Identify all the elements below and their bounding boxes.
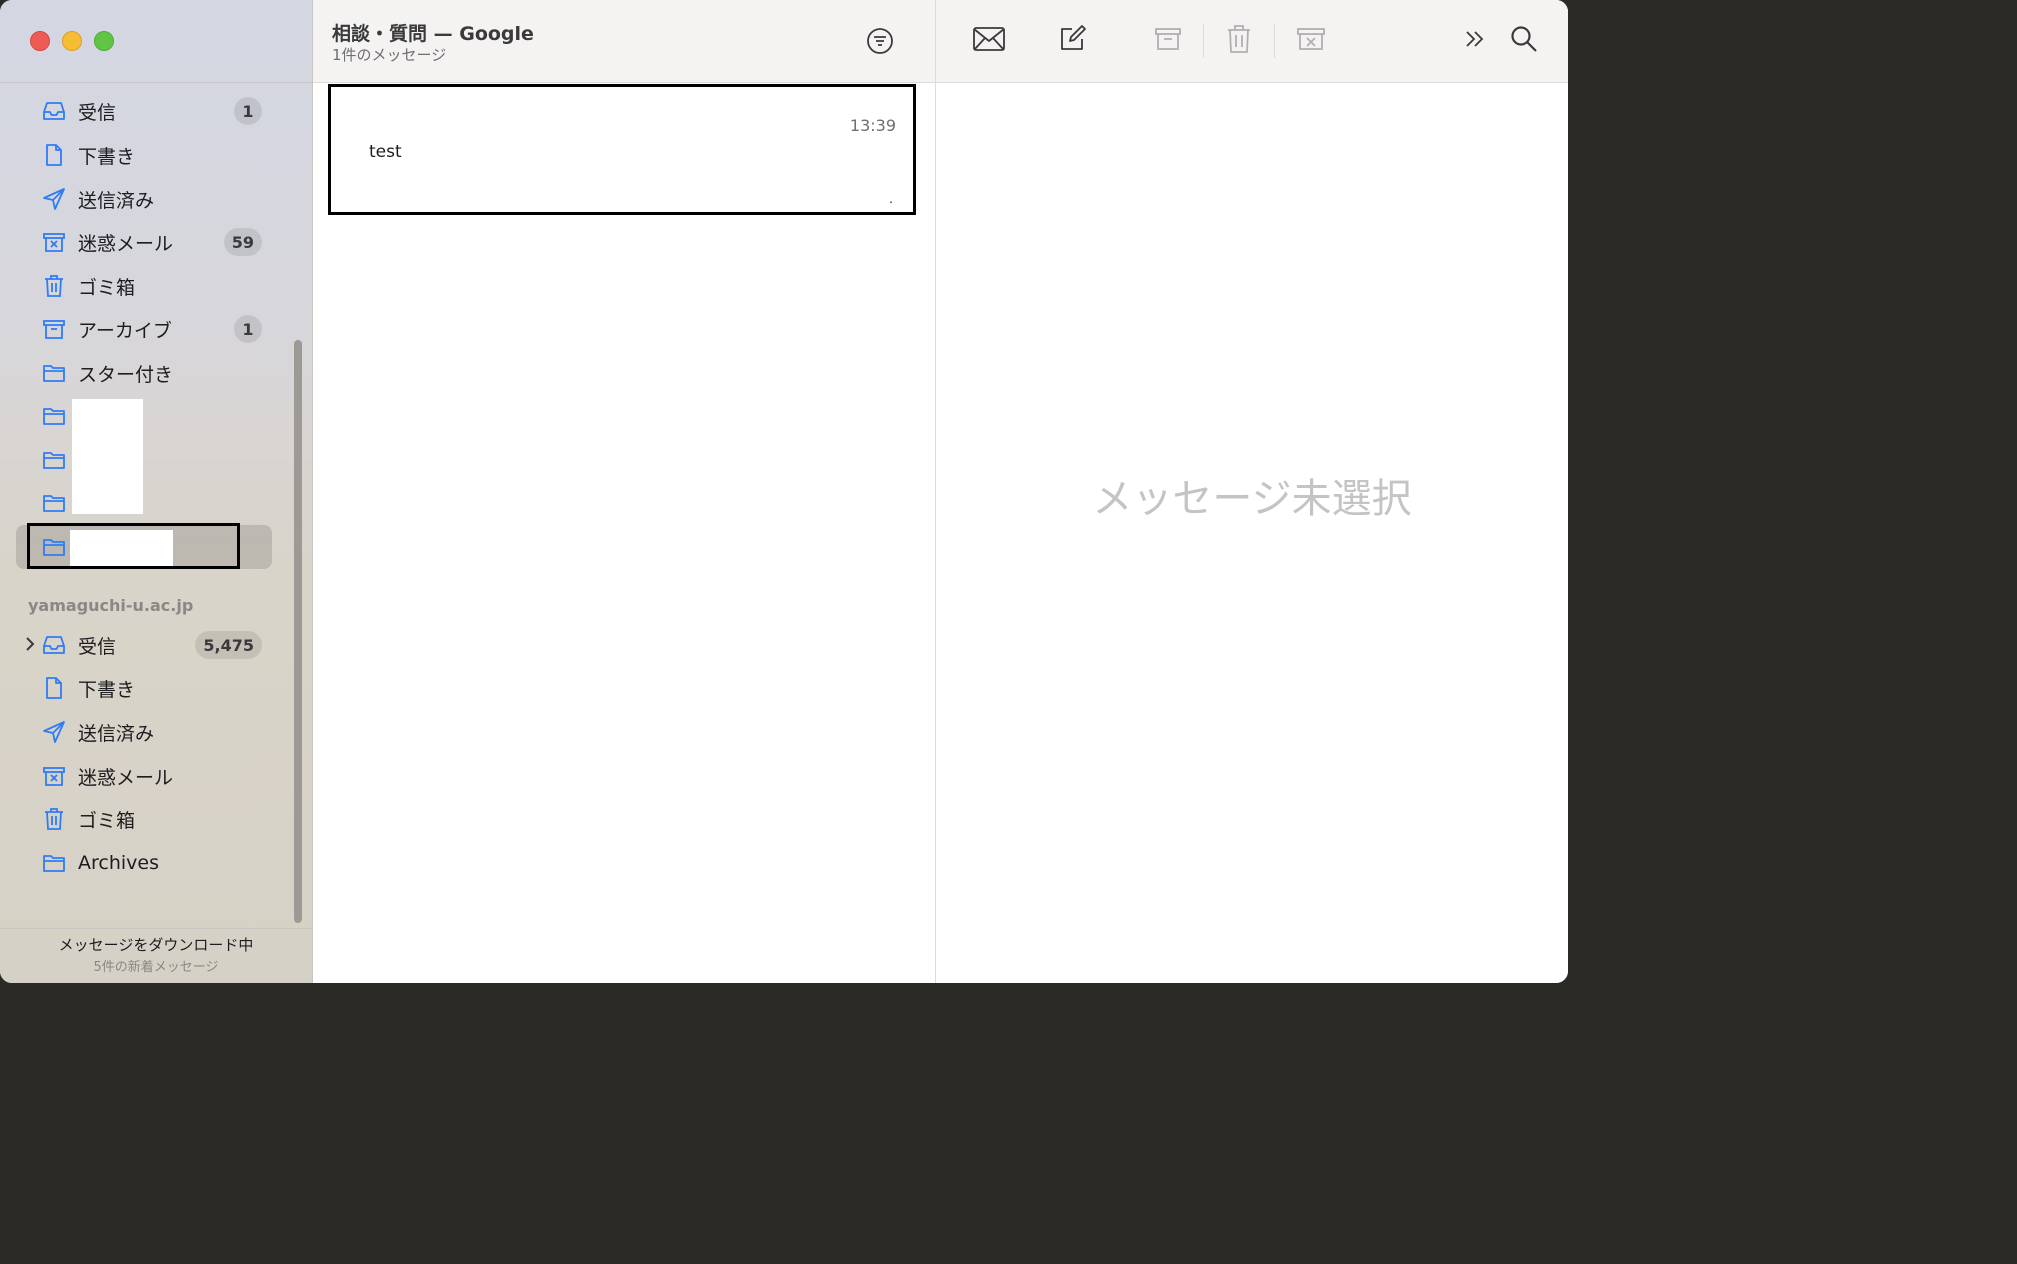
archive-icon (41, 316, 67, 342)
selection-highlight-box (27, 523, 240, 569)
sidebar-scrollbar[interactable] (294, 340, 302, 923)
search-button[interactable] (1505, 22, 1543, 60)
chevron-double-right-icon (1464, 29, 1486, 53)
zoom-window-button[interactable] (94, 31, 114, 51)
message-marker: . (889, 192, 893, 206)
sidebar-divider (0, 82, 312, 83)
unread-count-badge: 59 (223, 228, 262, 256)
message-subject: test (369, 142, 402, 162)
compose-icon (1058, 25, 1086, 57)
inbox-icon (41, 98, 67, 124)
unread-count-badge: 5,475 (195, 631, 262, 659)
folder-icon (41, 447, 67, 473)
sidebar-item-inbox[interactable]: 受信 5,475 (16, 623, 272, 667)
sidebar-item-label: Archives (78, 852, 159, 874)
activity-substatus: 5件の新着メッセージ (93, 960, 219, 975)
sidebar-item-sent[interactable]: 送信済み (16, 177, 272, 221)
sidebar-item-drafts[interactable]: 下書き (16, 133, 272, 177)
junk-icon (41, 229, 67, 255)
mailbox-title: 相談・質問 — Google (332, 23, 534, 45)
minimize-window-button[interactable] (62, 31, 82, 51)
sidebar-item-label: アーカイブ (78, 319, 172, 342)
archive-icon (1154, 26, 1182, 56)
message-list-item[interactable]: 13:39 test . (328, 84, 916, 215)
folder-icon (41, 360, 67, 386)
sidebar-item-inbox[interactable]: 受信 1 (16, 89, 272, 133)
sidebar-item-label: 下書き (78, 145, 136, 168)
message-list-header: 相談・質問 — Google 1件のメッセージ (313, 0, 935, 83)
sent-icon (41, 719, 67, 745)
unread-count-badge: 1 (234, 97, 262, 125)
sent-icon (41, 186, 67, 212)
reader-pane: メッセージ未選択 (936, 0, 1568, 983)
sidebar-item-junk[interactable]: 迷惑メール 59 (16, 220, 272, 264)
inbox-icon (41, 632, 67, 658)
trash-icon (1226, 24, 1252, 58)
close-window-button[interactable] (30, 31, 50, 51)
message-list-pane: 相談・質問 — Google 1件のメッセージ 13:39 test . (313, 0, 936, 983)
folder-icon (41, 850, 67, 876)
no-message-selected-placeholder: メッセージ未選択 (1092, 476, 1412, 522)
sidebar-item-starred[interactable]: スター付き (16, 351, 272, 395)
window-controls (30, 31, 114, 51)
filter-icon[interactable] (866, 27, 894, 55)
sidebar-item-label: 送信済み (78, 189, 155, 212)
sidebar-item-label: ゴミ箱 (78, 276, 136, 299)
account-header[interactable]: yamaguchi-u.ac.jp (28, 596, 193, 615)
envelope-icon (972, 26, 1006, 56)
sidebar-item-folder[interactable] (16, 438, 272, 482)
sidebar-item-sent[interactable]: 送信済み (16, 710, 272, 754)
sidebar-item-label: 下書き (78, 678, 136, 701)
sidebar-item-junk[interactable]: 迷惑メール (16, 754, 272, 798)
sidebar-item-archive[interactable]: アーカイブ 1 (16, 307, 272, 351)
archive-button[interactable] (1149, 22, 1187, 60)
message-count: 1件のメッセージ (332, 46, 447, 64)
delete-button[interactable] (1220, 22, 1258, 60)
sidebar-item-trash[interactable]: ゴミ箱 (16, 264, 272, 308)
more-toolbar-button[interactable] (1456, 22, 1494, 60)
sidebar: 受信 1 下書き 送信済み 迷惑メール 59 ゴミ箱 アーカイブ 1 スター付き… (0, 0, 313, 983)
junk-button[interactable] (1292, 22, 1330, 60)
junk-icon (41, 763, 67, 789)
message-time: 13:39 (849, 116, 896, 135)
sidebar-item-label: 受信 (78, 101, 117, 124)
activity-status: メッセージをダウンロード中 (58, 936, 254, 954)
folder-icon (41, 403, 67, 429)
get-mail-button[interactable] (970, 22, 1008, 60)
draft-icon (41, 675, 67, 701)
search-icon (1510, 25, 1538, 57)
unread-count-badge: 1 (234, 315, 262, 343)
status-divider (0, 928, 312, 929)
draft-icon (41, 142, 67, 168)
toolbar (936, 0, 1568, 83)
junk-icon (1296, 26, 1326, 56)
mail-window: 受信 1 下書き 送信済み 迷惑メール 59 ゴミ箱 アーカイブ 1 スター付き… (0, 0, 1568, 983)
toolbar-divider (1203, 24, 1204, 58)
sidebar-item-label: 受信 (78, 635, 117, 658)
sidebar-item-drafts[interactable]: 下書き (16, 666, 272, 710)
trash-icon (41, 806, 67, 832)
sidebar-item-archives[interactable]: Archives (16, 841, 272, 885)
sidebar-item-label: 迷惑メール (78, 766, 174, 789)
trash-icon (41, 273, 67, 299)
sidebar-item-label: スター付き (78, 363, 174, 386)
sidebar-item-label: ゴミ箱 (78, 809, 136, 832)
redacted-folder-names (72, 399, 143, 514)
sidebar-item-label: 送信済み (78, 722, 155, 745)
sidebar-item-label: 迷惑メール (78, 232, 174, 255)
sidebar-item-trash[interactable]: ゴミ箱 (16, 797, 272, 841)
folder-icon (41, 490, 67, 516)
compose-button[interactable] (1053, 22, 1091, 60)
toolbar-divider (1274, 24, 1275, 58)
sidebar-item-folder[interactable] (16, 481, 272, 525)
sidebar-item-folder[interactable] (16, 394, 272, 438)
